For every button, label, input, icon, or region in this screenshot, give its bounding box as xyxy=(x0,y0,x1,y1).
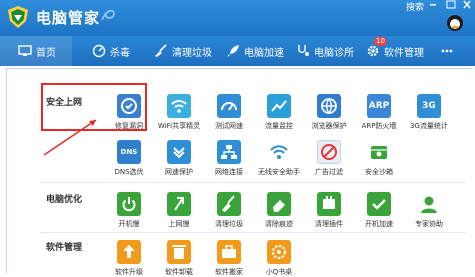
tile-label: 专家协助 xyxy=(415,220,443,228)
sandbox-icon xyxy=(367,140,391,164)
tab-speedup-label: 电脑加速 xyxy=(244,47,284,59)
tab-home-label: 首页 xyxy=(36,47,56,59)
tile-label: 安全沙箱 xyxy=(365,168,393,176)
tile-label: 小Q书桌 xyxy=(265,268,293,276)
expert-icon xyxy=(417,192,441,216)
scan-icon xyxy=(92,44,106,58)
stethoscope-icon xyxy=(298,45,309,56)
tab-clinic-label: 电脑诊所 xyxy=(314,47,354,59)
wireless-icon xyxy=(267,140,291,164)
search-link[interactable]: 搜索 xyxy=(406,0,424,13)
tab-home[interactable]: 首页 xyxy=(0,36,72,66)
dns-icon: DNS xyxy=(117,140,141,164)
chart-icon xyxy=(267,94,291,118)
avatar-icon[interactable] xyxy=(446,14,464,32)
more-icon xyxy=(441,49,453,53)
tab-antivirus-label: 杀毒 xyxy=(110,47,130,59)
arp-icon: ARP xyxy=(367,94,391,118)
tab-speedup[interactable]: 电脑加速 xyxy=(226,36,284,66)
network-icon xyxy=(217,140,241,164)
nav-bar: 首页 杀毒 清理垃圾 电脑加速 电脑诊所 10 软件管理 xyxy=(0,36,475,66)
tab-software-label: 软件管理 xyxy=(384,47,424,59)
desk-icon xyxy=(267,240,291,264)
app-title: 电脑管家 xyxy=(36,9,101,27)
shield-logo-icon xyxy=(8,6,28,28)
broom-icon xyxy=(217,192,241,216)
ad-block-icon xyxy=(317,140,341,164)
tile-label: 3G流量统计 xyxy=(410,122,448,130)
close-icon[interactable] xyxy=(462,0,472,9)
power-icon xyxy=(117,192,141,216)
software-update-badge: 10 xyxy=(374,37,387,46)
upgrade-icon xyxy=(117,240,141,264)
3g-icon: 3G xyxy=(417,94,441,118)
eraser-icon xyxy=(267,192,291,216)
section-divider xyxy=(40,182,466,183)
wifi-icon xyxy=(167,94,191,118)
monitor-icon xyxy=(18,45,32,56)
arp-glyph: ARP xyxy=(368,101,390,111)
tab-software[interactable]: 10 软件管理 xyxy=(366,36,424,66)
globe-icon xyxy=(317,94,341,118)
plugin-icon xyxy=(317,192,341,216)
skin-icon[interactable] xyxy=(446,0,456,9)
broom-icon xyxy=(155,44,167,57)
minimize-icon[interactable] xyxy=(428,0,438,9)
arrow-up-icon xyxy=(167,192,191,216)
speedometer-icon xyxy=(217,94,241,118)
3g-glyph: 3G xyxy=(422,101,436,111)
tab-more[interactable] xyxy=(440,36,458,66)
section-divider xyxy=(40,232,466,233)
trash-icon xyxy=(167,240,191,264)
chevron-down-icon xyxy=(167,140,191,164)
check-icon xyxy=(367,192,391,216)
tab-antivirus[interactable]: 杀毒 xyxy=(92,36,130,66)
gear-icon xyxy=(367,45,379,57)
title-bar: 电脑管家 搜索 xyxy=(0,0,475,36)
tab-clean-junk[interactable]: 清理垃圾 xyxy=(154,36,212,66)
tab-clinic[interactable]: 电脑诊所 xyxy=(296,36,354,66)
rocket-icon xyxy=(227,45,239,57)
move-icon xyxy=(217,240,241,264)
tab-clean-junk-label: 清理垃圾 xyxy=(172,47,212,59)
section-title-pc-optimize: 电脑优化 xyxy=(46,195,83,205)
dns-glyph: DNS xyxy=(120,148,138,156)
swirl-logo-icon xyxy=(101,9,115,21)
highlight-box xyxy=(41,83,147,131)
section-title-software-manage: 软件管理 xyxy=(46,243,83,253)
